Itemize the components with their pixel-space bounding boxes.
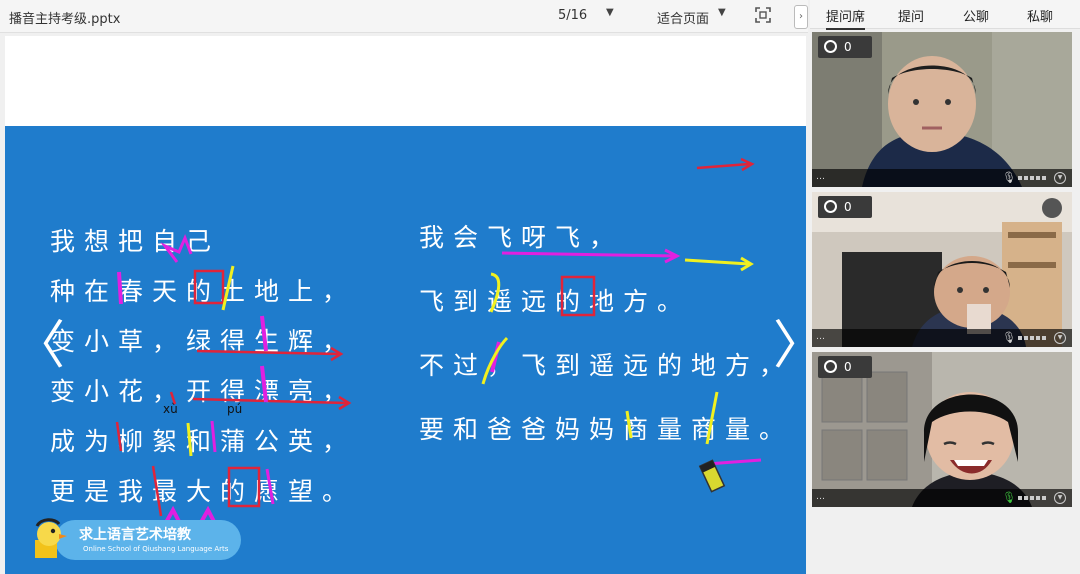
pause-mark: [221, 265, 235, 311]
underline-stroke: [501, 251, 676, 258]
pause-mark: [210, 420, 217, 453]
video-options-icon[interactable]: ▼: [1054, 492, 1066, 504]
underline-stroke: [192, 397, 348, 405]
brand-logo: 求上语言艺术培教 Online School of Qiushang Langu…: [27, 516, 241, 560]
audio-level-meter: [1018, 336, 1048, 340]
audio-level-meter: [1018, 176, 1048, 180]
webcam-icon: [824, 40, 837, 53]
pause-mark: [260, 365, 268, 403]
video-tile[interactable]: 0 … 🎙 ▼: [812, 32, 1072, 187]
pause-mark: [169, 391, 177, 405]
caret-down-icon[interactable]: ▼: [606, 7, 614, 18]
mic-muted-icon[interactable]: 🎙: [1002, 331, 1016, 344]
page-indicator[interactable]: 5/16: [558, 8, 587, 23]
tab-question-seat[interactable]: 提问席: [826, 6, 866, 30]
pause-mark: [625, 410, 633, 439]
annotation-overlay: [115, 157, 762, 534]
participant-name: …: [816, 332, 825, 342]
zoom-mode-select[interactable]: 适合页面: [657, 8, 709, 27]
caret-mark: [160, 233, 193, 263]
highlight-box: [193, 269, 225, 305]
document-toolbar: 播音主持考级.pptx 5/16 ▼ 适合页面 ▼ ›: [0, 0, 808, 33]
pause-mark: [489, 272, 501, 313]
underline-stroke: [696, 162, 750, 170]
webcam-icon: [824, 200, 837, 213]
highlight-box: [560, 275, 596, 317]
file-name: 播音主持考级.pptx: [9, 12, 121, 27]
pause-mark: [186, 422, 193, 457]
underline-stroke: [684, 258, 750, 266]
underline-stroke: [706, 458, 762, 466]
duck-mascot-icon: [35, 518, 67, 558]
video-status-bar: … 🎙 ▼: [812, 489, 1072, 507]
mic-muted-icon[interactable]: 🎙: [1002, 171, 1016, 184]
highlight-box: [227, 466, 261, 508]
presentation-slide: 〈 〉 我想把自己 种在春天的土地上， 变小草，绿得生辉， 变小花，开得漂亮， …: [5, 126, 806, 574]
side-panel: 提问席 提问 公聊 私聊 0 … 🎙 ▼ 0 … 🎙 ▼ 0 … 🎙 ▼: [810, 0, 1080, 574]
tab-private-chat[interactable]: 私聊: [1027, 6, 1053, 25]
hand-count-badge: 0: [818, 36, 872, 58]
hand-count-badge: 0: [818, 356, 872, 378]
pause-mark: [115, 421, 123, 452]
pause-mark: [260, 315, 268, 352]
mic-active-icon[interactable]: 🎙: [1002, 491, 1016, 504]
video-options-icon[interactable]: ▼: [1054, 332, 1066, 344]
video-tile[interactable]: 0 … 🎙 ▼: [812, 192, 1072, 347]
hand-count-badge: 0: [818, 196, 872, 218]
chevron-right-icon[interactable]: ›: [794, 5, 808, 29]
underline-stroke: [196, 349, 340, 356]
video-tile[interactable]: 0 … 🎙 ▼: [812, 352, 1072, 507]
video-status-bar: … 🎙 ▼: [812, 169, 1072, 187]
webcam-icon: [824, 360, 837, 373]
pause-mark: [151, 465, 163, 517]
slide-top-area: [5, 36, 806, 126]
panel-tabs: 提问席 提问 公聊 私聊: [810, 0, 1080, 30]
tab-public-chat[interactable]: 公聊: [963, 6, 989, 25]
pause-mark: [705, 391, 719, 445]
participant-name: …: [816, 492, 825, 502]
pause-mark: [265, 468, 275, 505]
pause-mark: [117, 271, 123, 305]
audio-level-meter: [1018, 496, 1048, 500]
caret-down-icon[interactable]: ▼: [718, 7, 726, 18]
tab-question[interactable]: 提问: [898, 6, 924, 25]
video-options-icon[interactable]: ▼: [1054, 172, 1066, 184]
logo-subtitle: Online School of Qiushang Language Arts: [83, 545, 229, 553]
fullscreen-icon[interactable]: [754, 6, 772, 24]
logo-title: 求上语言艺术培教: [79, 527, 191, 543]
highlighter-pen-icon: [698, 459, 726, 493]
video-status-bar: … 🎙 ▼: [812, 329, 1072, 347]
participant-name: …: [816, 172, 825, 182]
